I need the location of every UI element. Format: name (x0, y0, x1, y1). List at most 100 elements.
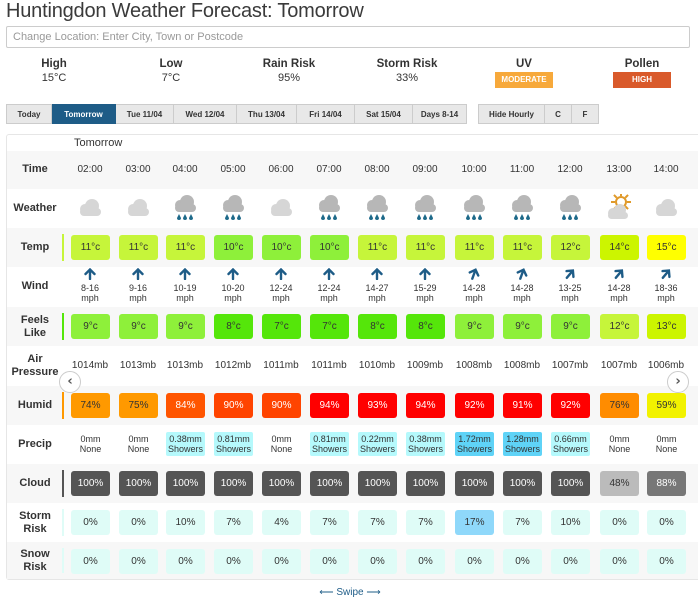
summary-rain-label: Rain Risk (262, 58, 316, 70)
precip-cell: 0.81mm Showers (310, 432, 349, 456)
tab-sat-15-04[interactable]: Sat 15/04 (355, 104, 413, 124)
humidity-cell: 93% (358, 393, 397, 418)
row-temp: Temp (7, 228, 698, 267)
precip-amount: 0.81mm (217, 434, 250, 444)
row-label-line: Pressure (11, 366, 59, 378)
humidity-cell: 84% (166, 393, 205, 418)
wind-speed-range: 14-27 (365, 283, 389, 293)
wind-speed: 14-27 mph (357, 283, 397, 303)
cloud-cover-cell: 100% (214, 471, 253, 496)
wind-speed: 14-28 mph (502, 283, 542, 303)
feels-like-cell: 9°c (503, 314, 542, 339)
wind-arrow-icon (83, 267, 97, 281)
cloud-cover-cell: 48% (600, 471, 639, 496)
scroll-left-button[interactable]: ‹ (59, 371, 81, 393)
tab-tue-11-04[interactable]: Tue 11/04 (116, 104, 174, 124)
cloud-cover-cell: 100% (551, 471, 590, 496)
temp-cell: 15°c (647, 235, 686, 260)
precip-amount: 1.28mm (506, 434, 539, 444)
wind-speed-range: 14-28 (607, 283, 631, 293)
location-search-input[interactable]: Change Location: Enter City, Town or Pos… (6, 26, 690, 48)
summary-rain-value: 95% (277, 72, 301, 84)
snow-risk-cell: 0% (262, 549, 301, 574)
row-color-bar (62, 470, 64, 497)
feels-like-cell: 8°c (358, 314, 397, 339)
pressure-cell: 1009mb (406, 360, 444, 371)
pressure-cell: 1013mb (166, 360, 204, 371)
storm-risk-cell: 7% (358, 510, 397, 535)
row-label-weather: Weather (13, 201, 57, 214)
precip-type: None (79, 444, 102, 454)
precip-amount: 0.22mm (361, 434, 394, 444)
row-label-cloud: Cloud (19, 476, 51, 489)
scroll-right-button[interactable]: › (667, 371, 689, 393)
chevron-left-icon: ‹ (67, 374, 73, 389)
precip-amount: 0mm (271, 434, 292, 444)
humidity-cell: 90% (214, 393, 253, 418)
precip-type: Showers (456, 444, 492, 454)
cloud-cover-cell: 100% (262, 471, 301, 496)
summary-pollen: Pollen HIGH (597, 58, 687, 88)
tab-wed-12-04[interactable]: Wed 12/04 (174, 104, 237, 124)
wind-unit: mph (224, 293, 242, 303)
summary-pollen-label: Pollen (624, 58, 660, 70)
wind-speed-range: 9-16 (128, 283, 147, 293)
row-humid: Humid (7, 386, 698, 425)
wind-arrow-icon (226, 267, 240, 281)
wind-speed: 13-25 mph (550, 283, 590, 303)
row-label-storm: Storm Risk (7, 510, 63, 536)
row-label-line: Storm (19, 509, 51, 522)
tab-thu-13-04[interactable]: Thu 13/04 (237, 104, 297, 124)
cloud-cover-cell: 100% (71, 471, 110, 496)
time-cell: 10:00 (461, 164, 487, 175)
temp-cell: 11°c (119, 235, 158, 260)
rain-cloud-icon (360, 194, 394, 225)
wind-speed: 12-24 mph (309, 283, 349, 303)
pressure-cell: 1007mb (600, 360, 638, 371)
wind-speed-range: 10-19 (173, 283, 197, 293)
time-cell: 02:00 (77, 164, 103, 175)
uv-badge: MODERATE (495, 72, 553, 88)
feels-like-cell: 9°c (71, 314, 110, 339)
temp-cell: 11°c (71, 235, 110, 260)
cloud-cover-cell: 100% (166, 471, 205, 496)
tab-days-8-14[interactable]: Days 8-14 (413, 104, 467, 124)
wind-speed-range: 12-24 (269, 283, 293, 293)
option-hide-hourly[interactable]: Hide Hourly (478, 104, 545, 124)
precip-type: Showers (552, 444, 588, 454)
storm-risk-cell: 7% (310, 510, 349, 535)
temp-cell: 10°c (214, 235, 253, 260)
option-c[interactable]: C (545, 104, 572, 124)
cloud-cover-cell: 100% (119, 471, 158, 496)
tab-fri-14-04[interactable]: Fri 14/04 (297, 104, 355, 124)
pressure-cell: 1011mb (311, 360, 347, 371)
row-storm: Storm Risk (7, 503, 698, 542)
snow-risk-cell: 0% (310, 549, 349, 574)
wind-unit: mph (176, 293, 194, 303)
snow-risk-cell: 0% (71, 549, 110, 574)
wind-arrow-icon (178, 267, 192, 281)
swipe-hint: ⟵ Swipe ⟶ (300, 587, 400, 598)
row-label-precip: Precip (18, 437, 52, 450)
rain-cloud-icon (216, 194, 250, 225)
cloud-icon (264, 194, 298, 225)
wind-arrow-icon (418, 267, 432, 281)
temp-cell: 10°c (310, 235, 349, 260)
option-f[interactable]: F (572, 104, 599, 124)
temp-cell: 11°c (166, 235, 205, 260)
feels-like-cell: 13°c (647, 314, 686, 339)
feels-like-cell: 12°c (600, 314, 639, 339)
tab-today[interactable]: Today (6, 104, 52, 124)
precip-cell: 0.38mm Showers (406, 432, 445, 456)
wind-arrow-icon (515, 268, 529, 280)
storm-risk-cell: 0% (119, 510, 158, 535)
page-title: Huntingdon Weather Forecast: Tomorrow (6, 0, 364, 22)
row-feels: Feels Like (7, 307, 698, 346)
wind-speed-range: 13-25 (558, 283, 582, 293)
pressure-cell: 1011mb (263, 360, 299, 371)
precip-amount: 0.81mm (313, 434, 346, 444)
time-cell: 11:00 (509, 164, 535, 175)
precip-amount: 0.38mm (409, 434, 442, 444)
tab-tomorrow[interactable]: Tomorrow (52, 104, 116, 124)
cloud-cover-cell: 88% (647, 471, 686, 496)
